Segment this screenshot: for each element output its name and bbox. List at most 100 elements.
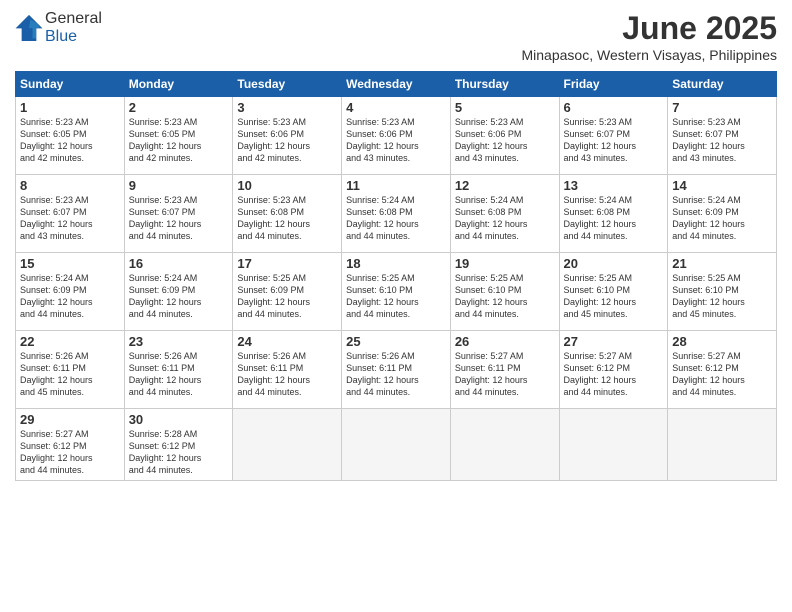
calendar-cell: 27Sunrise: 5:27 AM Sunset: 6:12 PM Dayli… xyxy=(559,331,668,409)
day-info: Sunrise: 5:26 AM Sunset: 6:11 PM Dayligh… xyxy=(20,350,120,399)
day-number: 11 xyxy=(346,178,446,193)
day-info: Sunrise: 5:25 AM Sunset: 6:10 PM Dayligh… xyxy=(455,272,555,321)
header: General Blue June 2025 Minapasoc, Wester… xyxy=(15,10,777,63)
calendar-cell: 13Sunrise: 5:24 AM Sunset: 6:08 PM Dayli… xyxy=(559,175,668,253)
day-number: 12 xyxy=(455,178,555,193)
day-number: 26 xyxy=(455,334,555,349)
day-info: Sunrise: 5:26 AM Sunset: 6:11 PM Dayligh… xyxy=(129,350,229,399)
header-friday: Friday xyxy=(559,72,668,97)
calendar-cell: 12Sunrise: 5:24 AM Sunset: 6:08 PM Dayli… xyxy=(450,175,559,253)
calendar-cell: 2Sunrise: 5:23 AM Sunset: 6:05 PM Daylig… xyxy=(124,97,233,175)
day-info: Sunrise: 5:27 AM Sunset: 6:12 PM Dayligh… xyxy=(672,350,772,399)
day-info: Sunrise: 5:23 AM Sunset: 6:06 PM Dayligh… xyxy=(346,116,446,165)
day-number: 18 xyxy=(346,256,446,271)
day-number: 25 xyxy=(346,334,446,349)
page: General Blue June 2025 Minapasoc, Wester… xyxy=(0,0,792,612)
calendar-cell: 7Sunrise: 5:23 AM Sunset: 6:07 PM Daylig… xyxy=(668,97,777,175)
header-wednesday: Wednesday xyxy=(342,72,451,97)
day-info: Sunrise: 5:23 AM Sunset: 6:06 PM Dayligh… xyxy=(237,116,337,165)
calendar-cell: 5Sunrise: 5:23 AM Sunset: 6:06 PM Daylig… xyxy=(450,97,559,175)
calendar-cell xyxy=(559,409,668,481)
calendar-week-2: 8 Sunrise: 5:23 AM Sunset: 6:07 PM Daylig… xyxy=(16,175,777,253)
day-info: Sunrise: 5:23 AM Sunset: 6:08 PM Dayligh… xyxy=(237,194,337,243)
calendar-cell: 19Sunrise: 5:25 AM Sunset: 6:10 PM Dayli… xyxy=(450,253,559,331)
day-info: Sunrise: 5:24 AM Sunset: 6:09 PM Dayligh… xyxy=(129,272,229,321)
day-number: 7 xyxy=(672,100,772,115)
day-info: Sunrise: 5:23 AM Sunset: 6:05 PM Dayligh… xyxy=(129,116,229,165)
day-number: 28 xyxy=(672,334,772,349)
calendar-cell: 29Sunrise: 5:27 AM Sunset: 6:12 PM Dayli… xyxy=(16,409,125,481)
calendar-cell: 21Sunrise: 5:25 AM Sunset: 6:10 PM Dayli… xyxy=(668,253,777,331)
calendar-cell: 17Sunrise: 5:25 AM Sunset: 6:09 PM Dayli… xyxy=(233,253,342,331)
calendar-week-1: 1Sunrise: 5:23 AM Sunset: 6:05 PM Daylig… xyxy=(16,97,777,175)
calendar-cell: 28Sunrise: 5:27 AM Sunset: 6:12 PM Dayli… xyxy=(668,331,777,409)
day-number: 21 xyxy=(672,256,772,271)
day-info: Sunrise: 5:23 AM Sunset: 6:05 PM Dayligh… xyxy=(20,116,120,165)
day-number: 8 xyxy=(20,178,120,193)
header-row: Sunday Monday Tuesday Wednesday Thursday… xyxy=(16,72,777,97)
calendar-cell: 10Sunrise: 5:23 AM Sunset: 6:08 PM Dayli… xyxy=(233,175,342,253)
day-number: 20 xyxy=(564,256,664,271)
calendar-cell: 6Sunrise: 5:23 AM Sunset: 6:07 PM Daylig… xyxy=(559,97,668,175)
header-sunday: Sunday xyxy=(16,72,125,97)
day-number: 13 xyxy=(564,178,664,193)
day-number: 17 xyxy=(237,256,337,271)
day-number: 1 xyxy=(20,100,120,115)
logo-blue-text: Blue xyxy=(45,28,77,45)
day-info: Sunrise: 5:24 AM Sunset: 6:08 PM Dayligh… xyxy=(346,194,446,243)
calendar-cell: 8Sunrise: 5:23 AM Sunset: 6:07 PM Daylig… xyxy=(16,175,125,253)
day-info: Sunrise: 5:24 AM Sunset: 6:08 PM Dayligh… xyxy=(564,194,664,243)
calendar-cell xyxy=(450,409,559,481)
day-number: 22 xyxy=(20,334,120,349)
calendar-cell: 18Sunrise: 5:25 AM Sunset: 6:10 PM Dayli… xyxy=(342,253,451,331)
day-info: Sunrise: 5:27 AM Sunset: 6:12 PM Dayligh… xyxy=(20,428,120,477)
calendar-week-5: 29Sunrise: 5:27 AM Sunset: 6:12 PM Dayli… xyxy=(16,409,777,481)
calendar-cell: 23Sunrise: 5:26 AM Sunset: 6:11 PM Dayli… xyxy=(124,331,233,409)
logo: General Blue xyxy=(15,10,102,46)
day-info: Sunrise: 5:27 AM Sunset: 6:12 PM Dayligh… xyxy=(564,350,664,399)
calendar-cell: 4Sunrise: 5:23 AM Sunset: 6:06 PM Daylig… xyxy=(342,97,451,175)
calendar-cell: 30Sunrise: 5:28 AM Sunset: 6:12 PM Dayli… xyxy=(124,409,233,481)
calendar-cell: 9Sunrise: 5:23 AM Sunset: 6:07 PM Daylig… xyxy=(124,175,233,253)
day-number: 4 xyxy=(346,100,446,115)
day-number: 5 xyxy=(455,100,555,115)
calendar-week-3: 15Sunrise: 5:24 AM Sunset: 6:09 PM Dayli… xyxy=(16,253,777,331)
calendar-cell: 15Sunrise: 5:24 AM Sunset: 6:09 PM Dayli… xyxy=(16,253,125,331)
calendar-cell xyxy=(342,409,451,481)
calendar-week-4: 22Sunrise: 5:26 AM Sunset: 6:11 PM Dayli… xyxy=(16,331,777,409)
day-info: Sunrise: 5:23 AM Sunset: 6:07 PM Dayligh… xyxy=(672,116,772,165)
day-number: 15 xyxy=(20,256,120,271)
header-thursday: Thursday xyxy=(450,72,559,97)
day-info: Sunrise: 5:24 AM Sunset: 6:09 PM Dayligh… xyxy=(20,272,120,321)
day-number: 14 xyxy=(672,178,772,193)
calendar-cell xyxy=(233,409,342,481)
calendar-cell: 26Sunrise: 5:27 AM Sunset: 6:11 PM Dayli… xyxy=(450,331,559,409)
month-title: June 2025 xyxy=(522,10,778,47)
day-info: Sunrise: 5:25 AM Sunset: 6:10 PM Dayligh… xyxy=(672,272,772,321)
calendar-cell: 14Sunrise: 5:24 AM Sunset: 6:09 PM Dayli… xyxy=(668,175,777,253)
calendar-cell: 1Sunrise: 5:23 AM Sunset: 6:05 PM Daylig… xyxy=(16,97,125,175)
title-block: June 2025 Minapasoc, Western Visayas, Ph… xyxy=(522,10,778,63)
day-info: Sunrise: 5:23 AM Sunset: 6:07 PM Dayligh… xyxy=(129,194,229,243)
header-tuesday: Tuesday xyxy=(233,72,342,97)
day-number: 6 xyxy=(564,100,664,115)
location-title: Minapasoc, Western Visayas, Philippines xyxy=(522,47,778,63)
day-info: Sunrise: 5:25 AM Sunset: 6:09 PM Dayligh… xyxy=(237,272,337,321)
calendar-cell xyxy=(668,409,777,481)
calendar-cell: 16Sunrise: 5:24 AM Sunset: 6:09 PM Dayli… xyxy=(124,253,233,331)
calendar-cell: 11Sunrise: 5:24 AM Sunset: 6:08 PM Dayli… xyxy=(342,175,451,253)
calendar-cell: 3Sunrise: 5:23 AM Sunset: 6:06 PM Daylig… xyxy=(233,97,342,175)
day-number: 27 xyxy=(564,334,664,349)
day-info: Sunrise: 5:27 AM Sunset: 6:11 PM Dayligh… xyxy=(455,350,555,399)
calendar-cell: 22Sunrise: 5:26 AM Sunset: 6:11 PM Dayli… xyxy=(16,331,125,409)
day-info: Sunrise: 5:23 AM Sunset: 6:06 PM Dayligh… xyxy=(455,116,555,165)
day-number: 23 xyxy=(129,334,229,349)
day-info: Sunrise: 5:23 AM Sunset: 6:07 PM Dayligh… xyxy=(564,116,664,165)
header-saturday: Saturday xyxy=(668,72,777,97)
calendar-cell: 25Sunrise: 5:26 AM Sunset: 6:11 PM Dayli… xyxy=(342,331,451,409)
day-number: 30 xyxy=(129,412,229,427)
day-info: Sunrise: 5:24 AM Sunset: 6:09 PM Dayligh… xyxy=(672,194,772,243)
day-info: Sunrise: 5:25 AM Sunset: 6:10 PM Dayligh… xyxy=(564,272,664,321)
day-info: Sunrise: 5:26 AM Sunset: 6:11 PM Dayligh… xyxy=(237,350,337,399)
day-info: Sunrise: 5:24 AM Sunset: 6:08 PM Dayligh… xyxy=(455,194,555,243)
